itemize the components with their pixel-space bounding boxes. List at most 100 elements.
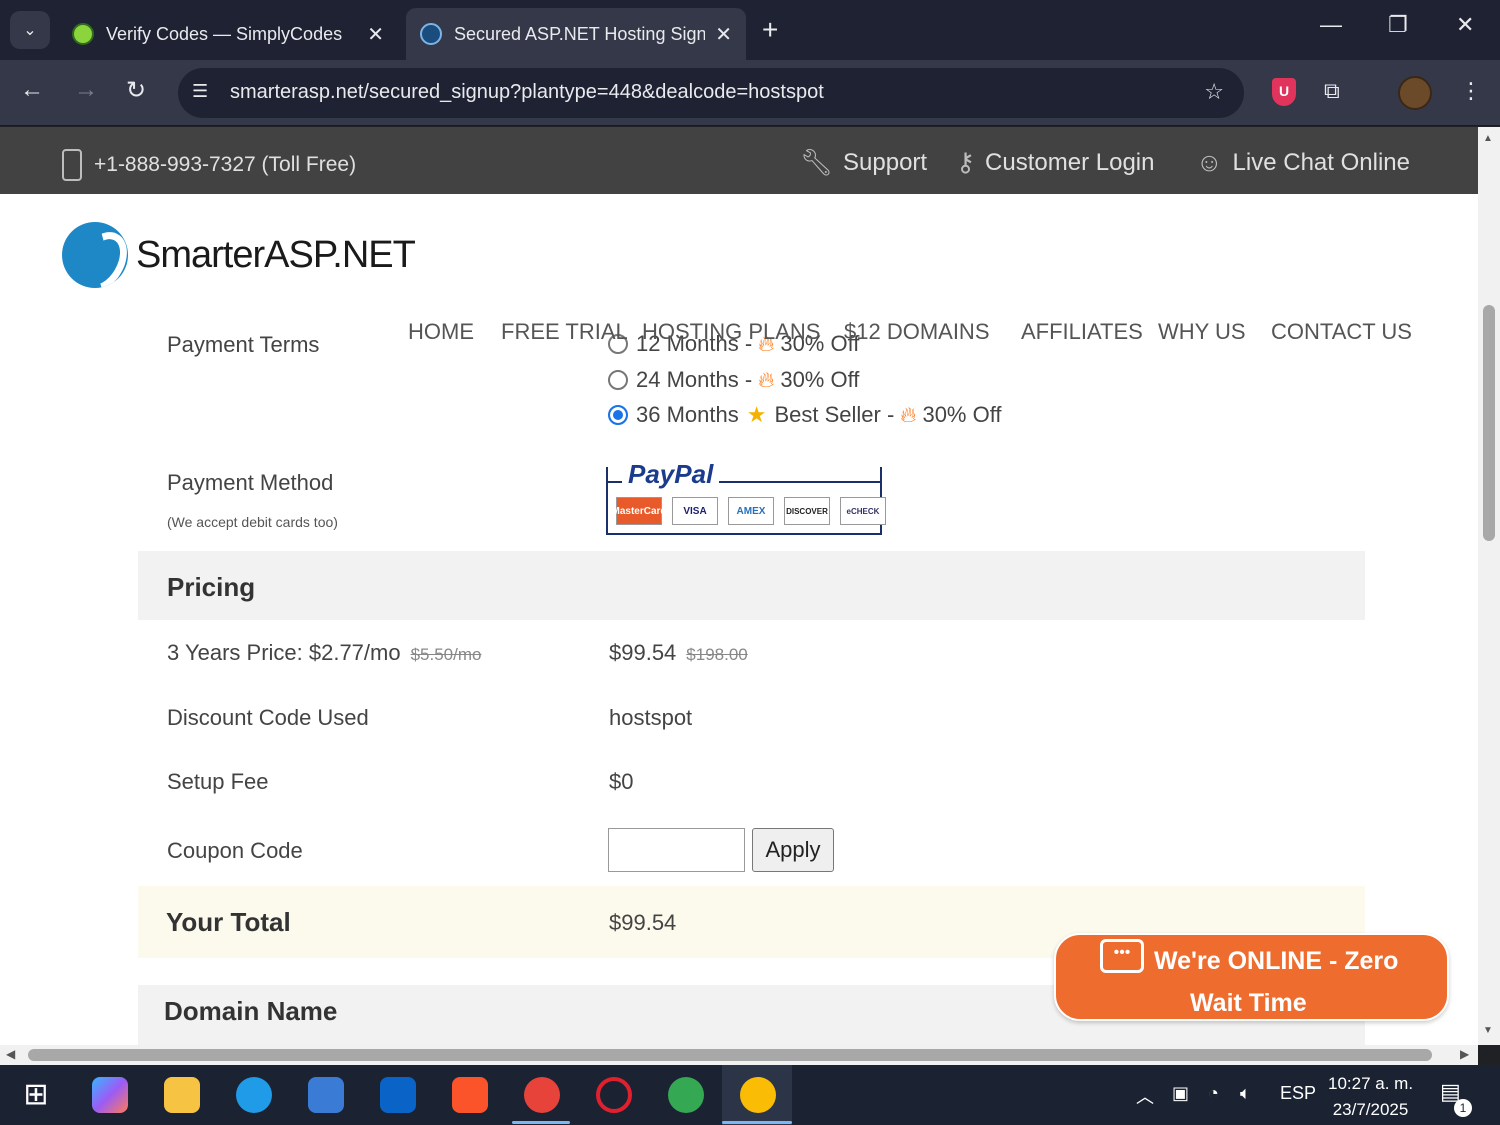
system-clock[interactable]: 10:27 a. m. 23/7/2025 bbox=[1328, 1071, 1413, 1123]
tray-overflow-icon[interactable]: ︿ bbox=[1136, 1083, 1154, 1109]
ublock-shield-icon[interactable]: U bbox=[1272, 78, 1296, 106]
star-icon: ★ bbox=[746, 402, 767, 427]
outlook-icon[interactable] bbox=[380, 1077, 416, 1113]
tab-search-button[interactable]: ⌄ bbox=[10, 11, 50, 49]
meet-now-icon[interactable]: ▣ bbox=[1172, 1083, 1189, 1104]
smarterasp-logo-icon bbox=[62, 222, 128, 288]
term-months: 24 Months - bbox=[636, 367, 753, 392]
restore-icon[interactable]: ❐ bbox=[1388, 12, 1408, 38]
new-tab-icon[interactable]: + bbox=[762, 14, 778, 46]
tab-simplycodes[interactable]: Verify Codes — SimplyCodes ✕ bbox=[58, 8, 398, 60]
url-text[interactable]: smarterasp.net/secured_signup?plantype=4… bbox=[230, 81, 824, 104]
opera-icon[interactable] bbox=[596, 1077, 632, 1113]
phone-text: +1-888-993-7327 (Toll Free) bbox=[94, 153, 357, 176]
windows-start-icon[interactable]: ⊞ bbox=[18, 1077, 54, 1113]
price-label: 3 Years Price: $2.77/mo $5.50/mo bbox=[167, 640, 481, 666]
mastercard-icon: MasterCard bbox=[611, 497, 667, 525]
term-option-36[interactable]: 36 Months ★ Best Seller - 🔥︎ 30% Off bbox=[608, 402, 1002, 428]
close-tab-icon[interactable]: ✕ bbox=[715, 22, 732, 47]
wifi-icon[interactable]: ◔ bbox=[1208, 1083, 1219, 1104]
windows-taskbar: ⊞ ︿ ▣ ◔ 🔈︎ ESP 10:27 a. m. 23/7/2025 ▤ 1 bbox=[0, 1065, 1500, 1125]
term-option-24[interactable]: 24 Months - 🔥︎ 30% Off bbox=[608, 367, 859, 393]
radio-24-months[interactable] bbox=[608, 370, 628, 390]
nav-contact-us[interactable]: CONTACT US bbox=[1271, 319, 1412, 345]
scroll-left-icon[interactable]: ◀ bbox=[6, 1047, 15, 1061]
old-price-per-month: $5.50/mo bbox=[410, 645, 482, 664]
browser-toolbar: ← → ↻ ☰ smarterasp.net/secured_signup?pl… bbox=[0, 60, 1500, 126]
edge-icon[interactable] bbox=[236, 1077, 272, 1113]
copilot-icon[interactable] bbox=[92, 1077, 128, 1113]
setup-fee-label: Setup Fee bbox=[167, 769, 269, 794]
brave-icon[interactable] bbox=[452, 1077, 488, 1113]
chrome-profile-3-icon[interactable] bbox=[740, 1077, 776, 1113]
your-total-label: Your Total bbox=[166, 907, 291, 937]
profile-avatar[interactable] bbox=[1398, 76, 1432, 110]
coupon-code-input[interactable] bbox=[608, 828, 745, 872]
apply-coupon-button[interactable]: Apply bbox=[752, 828, 834, 872]
nav-home[interactable]: HOME bbox=[408, 319, 474, 345]
language-indicator[interactable]: ESP bbox=[1280, 1083, 1316, 1104]
active-indicator bbox=[722, 1121, 792, 1124]
price-per-month: 3 Years Price: $2.77/mo bbox=[167, 640, 401, 665]
discover-icon: DISCOVER bbox=[784, 497, 830, 525]
live-chat-link[interactable]: ☺ Live Chat Online bbox=[1196, 147, 1410, 178]
chat-widget-line2: Wait Time bbox=[1190, 989, 1307, 1017]
menu-kebab-icon[interactable]: ⋮ bbox=[1460, 78, 1482, 104]
amex-icon: AMEX bbox=[728, 497, 774, 525]
phone-number: +1-888-993-7327 (Toll Free) bbox=[62, 149, 356, 181]
tab-smarterasp[interactable]: Secured ASP.NET Hosting Signu ✕ bbox=[406, 8, 746, 60]
nav-hosting-plans[interactable]: HOSTING PLANS bbox=[642, 319, 820, 345]
address-bar[interactable]: ☰ smarterasp.net/secured_signup?plantype… bbox=[178, 68, 1244, 118]
extensions-puzzle-icon[interactable]: ⧉ bbox=[1324, 78, 1340, 104]
site-info-icon[interactable]: ☰ bbox=[192, 81, 208, 102]
fire-icon: 🔥︎ bbox=[758, 367, 775, 392]
nav-affiliates[interactable]: AFFILIATES bbox=[1021, 319, 1143, 345]
microsoft-store-icon[interactable] bbox=[308, 1077, 344, 1113]
chat-widget-line1: We're ONLINE - Zero bbox=[1154, 947, 1399, 975]
back-icon[interactable]: ← bbox=[20, 76, 44, 104]
close-tab-icon[interactable]: ✕ bbox=[367, 22, 384, 47]
minimize-icon[interactable]: — bbox=[1320, 12, 1342, 38]
horizontal-scroll-thumb[interactable] bbox=[28, 1049, 1432, 1061]
support-link[interactable]: 🔧︎ Support bbox=[800, 147, 927, 178]
close-window-icon[interactable]: ✕ bbox=[1456, 12, 1474, 38]
scroll-right-icon[interactable]: ▶ bbox=[1460, 1047, 1469, 1061]
file-explorer-icon[interactable] bbox=[164, 1077, 200, 1113]
scroll-down-icon[interactable]: ▼ bbox=[1483, 1025, 1493, 1036]
bookmark-star-icon[interactable]: ☆ bbox=[1204, 79, 1224, 105]
live-chat-widget[interactable]: ••• We're ONLINE - Zero Wait Time bbox=[1054, 933, 1449, 1021]
web-page: +1-888-993-7327 (Toll Free) 🔧︎ Support ⚷… bbox=[0, 127, 1478, 1045]
customer-login-link[interactable]: ⚷ Customer Login bbox=[956, 147, 1154, 178]
chrome-profile-2-icon[interactable] bbox=[668, 1077, 704, 1113]
radio-36-months[interactable] bbox=[608, 405, 628, 425]
term-badge: Best Seller - bbox=[774, 402, 895, 427]
nav-domains[interactable]: $12 DOMAINS bbox=[844, 319, 990, 345]
live-chat-label: Live Chat Online bbox=[1232, 148, 1410, 176]
tab-title: Verify Codes — SimplyCodes bbox=[106, 23, 343, 44]
vertical-scrollbar[interactable]: ▲ ▼ bbox=[1478, 127, 1500, 1045]
card-logos: MasterCard VISA AMEX DISCOVER eCHECK bbox=[611, 497, 886, 525]
notification-count-badge: 1 bbox=[1454, 1099, 1472, 1117]
site-logo[interactable]: SmarterASP.NET bbox=[62, 222, 416, 288]
forward-icon[interactable]: → bbox=[74, 76, 98, 104]
nav-free-trial[interactable]: FREE TRIAL bbox=[501, 319, 628, 345]
reload-icon[interactable]: ↻ bbox=[126, 76, 146, 105]
nav-why-us[interactable]: WHY US bbox=[1158, 319, 1246, 345]
your-total-value: $99.54 bbox=[609, 910, 677, 935]
scroll-up-icon[interactable]: ▲ bbox=[1483, 133, 1493, 144]
chrome-profile-1-icon[interactable] bbox=[524, 1077, 560, 1113]
old-price-total: $198.00 bbox=[686, 645, 748, 664]
key-icon: ⚷ bbox=[956, 147, 976, 177]
fire-icon: 🔥︎ bbox=[900, 402, 917, 427]
term-discount: 30% Off bbox=[780, 367, 860, 392]
chat-person-icon: ☺ bbox=[1196, 147, 1223, 177]
logo-text: SmarterASP.NET bbox=[136, 233, 416, 276]
volume-icon[interactable]: 🔈︎ bbox=[1240, 1083, 1251, 1104]
horizontal-scrollbar[interactable]: ◀ ▶ bbox=[0, 1045, 1478, 1065]
payment-terms-label: Payment Terms bbox=[167, 332, 320, 357]
vertical-scroll-thumb[interactable] bbox=[1483, 305, 1495, 541]
term-discount: 30% Off bbox=[922, 402, 1002, 427]
top-contact-bar: +1-888-993-7327 (Toll Free) 🔧︎ Support ⚷… bbox=[0, 127, 1478, 194]
chat-bubble-icon: ••• bbox=[1100, 939, 1144, 973]
customer-login-label: Customer Login bbox=[985, 148, 1155, 176]
